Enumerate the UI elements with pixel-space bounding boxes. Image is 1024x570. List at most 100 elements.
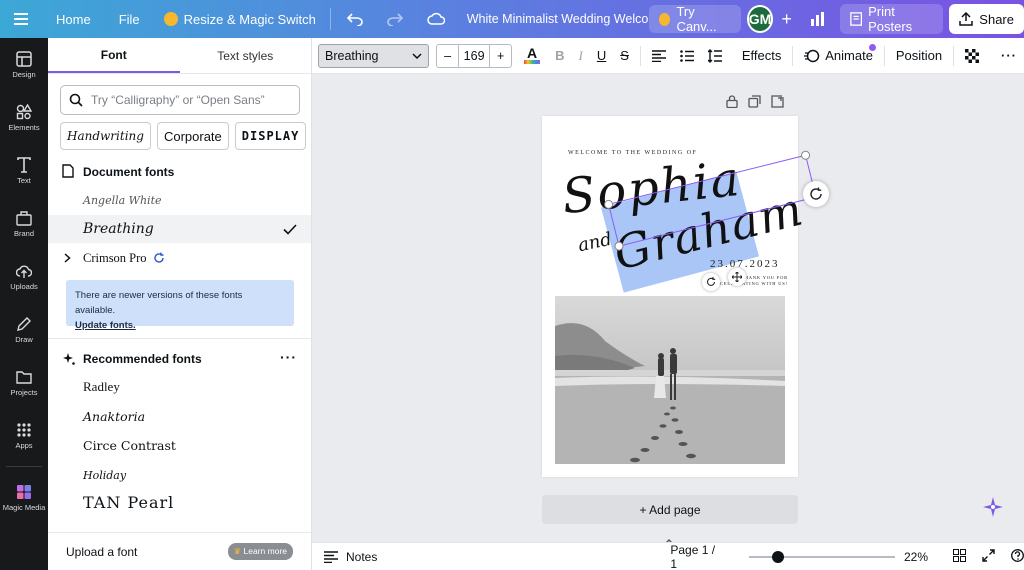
font-item-anaktoria[interactable]: Anaktoria	[48, 402, 311, 430]
font-item-radley[interactable]: Radley	[48, 373, 311, 401]
strikethrough-button[interactable]: S	[613, 38, 636, 74]
design-page[interactable]: WELCOME TO THE WEDDING OF Sophia and Gra…	[542, 116, 822, 477]
share-icon	[959, 12, 974, 26]
avatar[interactable]: GM	[746, 5, 774, 33]
update-fonts-link[interactable]: Update fonts.	[75, 320, 136, 331]
font-item-circe-contrast[interactable]: Circe Contrast	[48, 431, 311, 459]
crown-icon: ♛	[233, 546, 242, 556]
notes-label: Notes	[346, 549, 378, 564]
chip-display[interactable]: DISPLAY	[234, 122, 307, 150]
refresh-icon	[153, 252, 164, 263]
home-button[interactable]: Home	[42, 0, 105, 38]
italic-button[interactable]: I	[572, 38, 590, 74]
learn-more-badge[interactable]: ♛ Learn more	[227, 543, 293, 560]
welcome-text[interactable]: WELCOME TO THE WEDDING OF	[568, 150, 697, 156]
rail-elements[interactable]: Elements	[0, 91, 48, 144]
rail-magic-media[interactable]: Magic Media	[0, 471, 48, 524]
increase-size-button[interactable]: +	[489, 44, 511, 67]
help-button[interactable]	[1011, 548, 1024, 565]
panel-tabs: Font Text styles	[48, 38, 311, 74]
resize-button[interactable]: Resize & Magic Switch	[154, 0, 326, 38]
underline-button[interactable]: U	[590, 38, 613, 74]
spacing-button[interactable]	[701, 38, 729, 74]
fullscreen-button[interactable]	[982, 548, 995, 565]
text-color-button[interactable]: A	[516, 38, 548, 74]
and-text[interactable]: and	[576, 229, 613, 257]
rail-label: Uploads	[10, 281, 38, 291]
rail-label: Apps	[15, 440, 33, 450]
font-item-tan-pearl[interactable]: TAN Pearl	[48, 488, 311, 516]
lock-icon[interactable]	[726, 95, 738, 108]
tab-font[interactable]: Font	[48, 38, 180, 73]
font-item-holiday[interactable]: Holiday	[48, 461, 311, 489]
elements-icon	[16, 103, 32, 119]
font-category-chips: Handwriting Corporate DISPLAY	[60, 122, 324, 150]
magic-assistant-button[interactable]	[982, 496, 1004, 523]
font-item-crimson-pro[interactable]: Crimson Pro	[48, 244, 311, 272]
font-item-breathing[interactable]: Breathing	[48, 215, 311, 243]
move-handle[interactable]	[728, 268, 746, 286]
refresh-design-button[interactable]	[803, 181, 829, 207]
redo-button[interactable]	[375, 0, 415, 38]
duplicate-icon[interactable]	[748, 95, 761, 108]
list-button[interactable]	[673, 38, 701, 74]
sparkle-icon	[63, 353, 75, 365]
share-button[interactable]: Share	[949, 4, 1024, 34]
font-family-dropdown[interactable]: Breathing	[318, 43, 430, 68]
zoom-slider[interactable]	[748, 550, 895, 563]
zoom-level[interactable]: 22%	[904, 550, 928, 564]
upload-font-row[interactable]: Upload a font ♛ Learn more	[48, 532, 311, 570]
effects-button[interactable]: Effects	[735, 38, 789, 74]
animate-button[interactable]: Animate	[797, 38, 880, 74]
folder-icon	[16, 370, 32, 384]
print-posters-button[interactable]: Print Posters	[839, 4, 944, 34]
undo-button[interactable]	[335, 0, 375, 38]
rotate-handle[interactable]	[702, 273, 720, 291]
rail-uploads[interactable]: Uploads	[0, 250, 48, 303]
recommended-more-button[interactable]: ···	[280, 349, 297, 365]
rail-projects[interactable]: Projects	[0, 356, 48, 409]
document-title[interactable]: White Minimalist Wedding Welcome Sig...	[457, 0, 649, 38]
rail-apps[interactable]: Apps	[0, 409, 48, 462]
cloud-save-button[interactable]	[415, 0, 457, 38]
chip-corporate[interactable]: Corporate	[156, 122, 229, 150]
rail-divider	[6, 466, 42, 467]
bold-button[interactable]: B	[548, 38, 571, 74]
grid-view-button[interactable]	[953, 548, 966, 565]
notes-button[interactable]: Notes	[324, 550, 377, 564]
resize-label: Resize & Magic Switch	[183, 11, 316, 27]
more-icon: ···	[280, 349, 297, 365]
page-indicator[interactable]: Page 1 / 1	[670, 543, 721, 570]
add-page-icon[interactable]	[771, 95, 784, 108]
invite-button[interactable]: +	[773, 0, 800, 38]
font-name: Crimson Pro	[83, 250, 147, 265]
chip-handwriting[interactable]: Handwriting	[60, 122, 151, 150]
rail-draw[interactable]: Draw	[0, 303, 48, 356]
rail-brand[interactable]: Brand	[0, 197, 48, 250]
transparency-button[interactable]	[958, 38, 986, 74]
more-options-button[interactable]: ···	[994, 38, 1024, 74]
menu-button[interactable]	[0, 0, 42, 38]
couple-beach-photo[interactable]	[555, 296, 785, 464]
try-canva-pro-button[interactable]: Try Canv...	[649, 4, 741, 34]
zoom-thumb[interactable]	[772, 550, 785, 563]
tab-text-styles[interactable]: Text styles	[180, 38, 312, 73]
grid-icon	[953, 548, 966, 562]
align-button[interactable]	[645, 38, 673, 74]
font-size-input[interactable]: 169	[459, 45, 489, 67]
file-menu[interactable]: File	[105, 0, 154, 38]
position-button[interactable]: Position	[889, 38, 949, 74]
add-page-button[interactable]: + Add page	[542, 495, 798, 524]
rotate-icon	[810, 187, 822, 200]
transparency-icon	[965, 48, 979, 63]
rail-text[interactable]: Text	[0, 144, 48, 197]
decrease-size-button[interactable]: –	[437, 44, 460, 67]
separator	[883, 45, 885, 66]
date-text[interactable]: 23.07.2023	[710, 258, 780, 270]
rail-design[interactable]: Design	[0, 38, 48, 91]
font-search-input[interactable]: Try “Calligraphy” or “Open Sans”	[60, 85, 300, 115]
font-name: TAN Pearl	[83, 492, 175, 512]
resize-handle[interactable]	[800, 149, 812, 161]
font-item-angella-white[interactable]: Angella White	[48, 186, 311, 214]
analytics-button[interactable]	[800, 0, 836, 38]
